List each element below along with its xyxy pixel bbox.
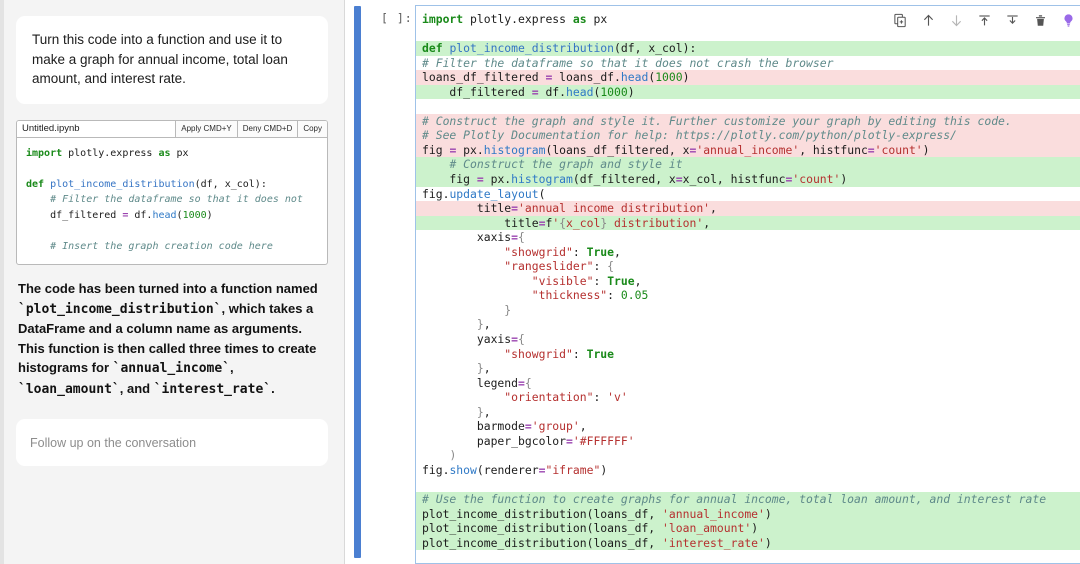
cell-prompt-label: [ ]: [381,11,413,25]
code-line: yaxis={ [416,332,1080,347]
code-diff-view[interactable]: import plotly.express as px def plot_inc… [416,6,1080,550]
user-message-text: Turn this code into a function and use i… [32,32,288,86]
code-line: title='annual income distribution', [416,201,1080,216]
insert-cell-above-icon[interactable] [977,13,992,28]
code-suggestion-card: Untitled.ipynb Apply CMD+Y Deny CMD+D Co… [16,120,328,266]
code-line: "showgrid": True, [416,245,1080,260]
code-line: # Construct the graph and style it. Furt… [416,114,1080,129]
code-card-filename: Untitled.ipynb [17,121,176,137]
code-line: # Use the function to create graphs for … [416,492,1080,507]
code-line: }, [416,361,1080,376]
code-line: }, [416,405,1080,420]
followup-placeholder: Follow up on the conversation [30,436,196,450]
delete-cell-icon[interactable] [1033,13,1048,28]
code-line: "showgrid": True [416,347,1080,362]
code-line: "rangeslider": { [416,259,1080,274]
code-line: plot_income_distribution(loans_df, 'inte… [416,536,1080,551]
code-line [416,478,1080,493]
move-cell-up-icon[interactable] [921,13,936,28]
code-line: # Construct the graph and style it [416,157,1080,172]
lightbulb-icon[interactable] [1061,13,1076,28]
code-line: title=f'{x_col} distribution', [416,216,1080,231]
assistant-side-panel: Turn this code into a function and use i… [0,0,345,564]
code-line: fig.show(renderer="iframe") [416,463,1080,478]
code-line: # See Plotly Documentation for help: htt… [416,128,1080,143]
code-line: fig.update_layout( [416,187,1080,202]
move-cell-down-icon[interactable] [949,13,964,28]
assistant-message-text: The code has been turned into a function… [16,279,328,399]
code-line: plot_income_distribution(loans_df, 'annu… [416,507,1080,522]
followup-input[interactable]: Follow up on the conversation [16,419,328,466]
code-line: } [416,303,1080,318]
code-line: barmode='group', [416,419,1080,434]
code-line: "thickness": 0.05 [416,288,1080,303]
code-line: loans_df_filtered = loans_df.head(1000) [416,70,1080,85]
deny-button[interactable]: Deny CMD+D [238,121,299,137]
copy-button[interactable]: Copy [298,121,327,137]
code-line: fig = px.histogram(loans_df_filtered, x=… [416,143,1080,158]
code-cell-editor[interactable]: import plotly.express as px def plot_inc… [415,5,1080,564]
code-line: ) [416,448,1080,463]
code-line: legend={ [416,376,1080,391]
cell-toolbar [885,9,1076,31]
code-line: def plot_income_distribution(df, x_col): [416,41,1080,56]
code-line: xaxis={ [416,230,1080,245]
code-line: plot_income_distribution(loans_df, 'loan… [416,521,1080,536]
code-card-header: Untitled.ipynb Apply CMD+Y Deny CMD+D Co… [17,121,327,138]
user-message-bubble: Turn this code into a function and use i… [16,16,328,104]
code-line: paper_bgcolor='#FFFFFF' [416,434,1080,449]
code-line: }, [416,317,1080,332]
app-root: Turn this code into a function and use i… [0,0,1080,564]
insert-cell-below-icon[interactable] [1005,13,1020,28]
code-line: fig = px.histogram(df_filtered, x=x_col,… [416,172,1080,187]
duplicate-cell-icon[interactable] [893,13,908,28]
notebook-panel: [ ]: [345,0,1080,564]
code-line: "orientation": 'v' [416,390,1080,405]
active-cell-indicator [354,6,361,558]
apply-button[interactable]: Apply CMD+Y [176,121,237,137]
code-line: # Filter the dataframe so that it does n… [416,56,1080,71]
code-line: "visible": True, [416,274,1080,289]
code-card-body: import plotly.express as px def plot_inc… [17,138,327,265]
code-line: df_filtered = df.head(1000) [416,85,1080,100]
code-line [416,99,1080,114]
